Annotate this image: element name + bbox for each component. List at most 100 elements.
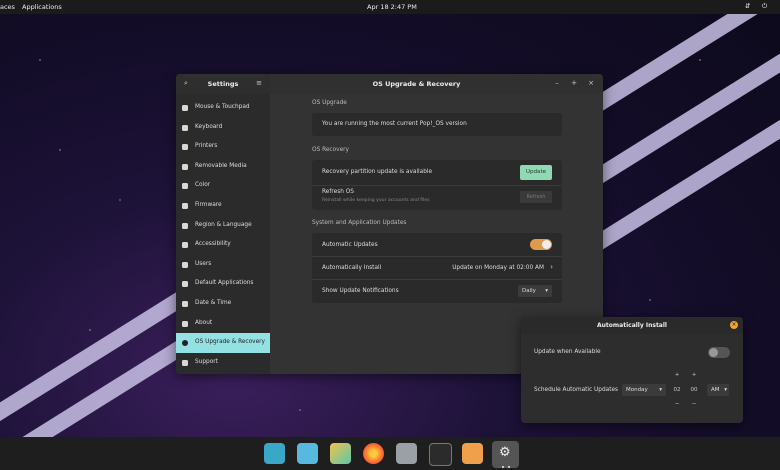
network-icon[interactable]: ⇵	[745, 2, 750, 10]
color-icon	[182, 183, 188, 190]
ampm-select[interactable]: AM ▾	[707, 384, 729, 396]
mouse-icon	[182, 105, 188, 111]
toggle-knob	[542, 240, 551, 249]
close-icon[interactable]: ×	[730, 321, 738, 329]
top-bar: aces Applications Apr 18 2:47 PM ⇵ ⏻	[0, 0, 780, 14]
refresh-os-subtitle: Reinstall while keeping your accounts an…	[322, 198, 430, 203]
running-indicator	[508, 466, 510, 468]
select-value: Daily	[522, 288, 536, 294]
upgrade-icon	[182, 340, 188, 347]
sidebar-item-label: Date & Time	[195, 299, 232, 306]
select-value: AM	[711, 387, 720, 393]
sidebar-list: Mouse & Touchpad Keyboard Printers Remov…	[176, 94, 270, 372]
sidebar-item-label: Region & Language	[195, 221, 252, 228]
show-notifications-label: Show Update Notifications	[322, 288, 399, 294]
divider	[312, 256, 562, 257]
update-button[interactable]: Update	[520, 165, 552, 180]
keyboard-icon	[182, 124, 188, 131]
hour-increment-button[interactable]: +	[671, 372, 683, 378]
sidebar-item-os-upgrade-recovery[interactable]: OS Upgrade & Recovery	[176, 333, 270, 353]
sidebar-item-label: Users	[195, 260, 212, 267]
menu-icon[interactable]: ≡	[256, 79, 262, 87]
page-title: OS Upgrade & Recovery	[372, 80, 461, 88]
sidebar-item-label: Printers	[195, 143, 218, 150]
notifications-frequency-select[interactable]: Daily ▾	[518, 285, 552, 297]
automatically-install-dialog: Automatically Install × Update when Avai…	[521, 317, 743, 423]
chevron-down-icon: ▾	[659, 387, 662, 393]
refresh-os-title: Refresh OS	[322, 189, 354, 195]
sidebar-item-label: Accessibility	[195, 241, 231, 248]
automatic-updates-label: Automatic Updates	[322, 242, 378, 248]
clock[interactable]: Apr 18 2:47 PM	[367, 3, 417, 11]
sidebar-item-color[interactable]: Color	[176, 176, 270, 196]
automatically-install-label: Automatically Install	[322, 265, 382, 271]
sidebar-item-removable-media[interactable]: Removable Media	[176, 157, 270, 177]
printer-icon	[182, 144, 188, 151]
minute-value[interactable]: 00	[688, 387, 700, 393]
applications-button[interactable]: Applications	[22, 3, 62, 11]
firefox-icon[interactable]	[363, 443, 384, 464]
settings-icon[interactable]: ⚙	[492, 441, 519, 468]
chevron-right-icon[interactable]: ›	[550, 263, 553, 271]
text-editor-icon[interactable]	[462, 443, 483, 464]
sidebar-item-default-applications[interactable]: Default Applications	[176, 274, 270, 294]
sidebar-item-label: OS Upgrade & Recovery	[195, 339, 265, 346]
gear-icon: ⚙	[499, 445, 511, 460]
sidebar-item-label: Mouse & Touchpad	[195, 104, 250, 110]
screenshot-icon[interactable]	[264, 443, 285, 464]
dock: ⚙	[0, 437, 780, 470]
sidebar-item-keyboard[interactable]: Keyboard	[176, 118, 270, 138]
minute-decrement-button[interactable]: −	[688, 401, 700, 407]
power-icon[interactable]: ⏻	[762, 2, 767, 11]
file-icon[interactable]	[396, 443, 417, 464]
minute-increment-button[interactable]: +	[688, 372, 700, 378]
divider	[312, 279, 562, 280]
sidebar-item-about[interactable]: About	[176, 314, 270, 334]
users-icon	[182, 261, 188, 268]
sidebar-item-printers[interactable]: Printers	[176, 137, 270, 157]
terminal-icon[interactable]	[429, 443, 452, 466]
when-available-label: Update when Available	[534, 349, 601, 355]
refresh-button[interactable]: Refresh	[520, 191, 552, 203]
os-upgrade-message: You are running the most current Pop!_OS…	[322, 121, 467, 127]
sidebar-item-mouse-touchpad[interactable]: Mouse & Touchpad	[176, 98, 270, 118]
sidebar-item-region-language[interactable]: Region & Language	[176, 216, 270, 236]
settings-sidebar: ⌕ Settings ≡ Mouse & Touchpad Keyboard P…	[176, 74, 270, 374]
schedule-label: Schedule Automatic Updates	[534, 387, 619, 393]
updates-heading: System and Application Updates	[312, 220, 407, 226]
chevron-down-icon: ▾	[724, 387, 727, 393]
os-upgrade-heading: OS Upgrade	[312, 100, 347, 106]
sidebar-item-label: About	[195, 319, 213, 326]
select-value: Monday	[626, 387, 648, 393]
maximize-icon[interactable]: +	[570, 79, 578, 87]
help-icon	[182, 359, 188, 366]
sidebar-item-firmware[interactable]: Firmware	[176, 196, 270, 216]
app-grid-icon[interactable]	[330, 443, 351, 464]
sidebar-item-support[interactable]: Support	[176, 353, 270, 373]
sidebar-item-date-time[interactable]: Date & Time	[176, 294, 270, 314]
sidebar-item-label: Support	[195, 358, 218, 365]
day-select[interactable]: Monday ▾	[622, 384, 666, 396]
chevron-down-icon: ▾	[545, 288, 548, 294]
sidebar-item-label: Color	[195, 182, 211, 189]
when-available-toggle[interactable]	[708, 347, 730, 358]
clock-icon	[182, 300, 188, 307]
sidebar-item-users[interactable]: Users	[176, 255, 270, 275]
close-icon[interactable]: ×	[587, 79, 595, 87]
sidebar-item-label: Firmware	[195, 201, 222, 208]
workspaces-button[interactable]: aces	[0, 3, 15, 11]
minimize-icon[interactable]: –	[553, 79, 561, 87]
dialog-title: Automatically Install	[597, 322, 667, 329]
files-manager-icon[interactable]	[297, 443, 318, 464]
media-icon	[182, 163, 188, 170]
sidebar-item-accessibility[interactable]: Accessibility	[176, 235, 270, 255]
firmware-icon	[182, 202, 188, 209]
hour-value[interactable]: 02	[671, 387, 683, 393]
automatically-install-value[interactable]: Update on Monday at 02:00 AM	[452, 265, 544, 271]
automatic-updates-toggle[interactable]	[530, 239, 552, 250]
sidebar-item-label: Default Applications	[195, 280, 254, 287]
dialog-header: Automatically Install ×	[521, 317, 743, 334]
divider	[312, 185, 562, 186]
hour-decrement-button[interactable]: −	[671, 401, 683, 407]
os-recovery-heading: OS Recovery	[312, 147, 349, 153]
